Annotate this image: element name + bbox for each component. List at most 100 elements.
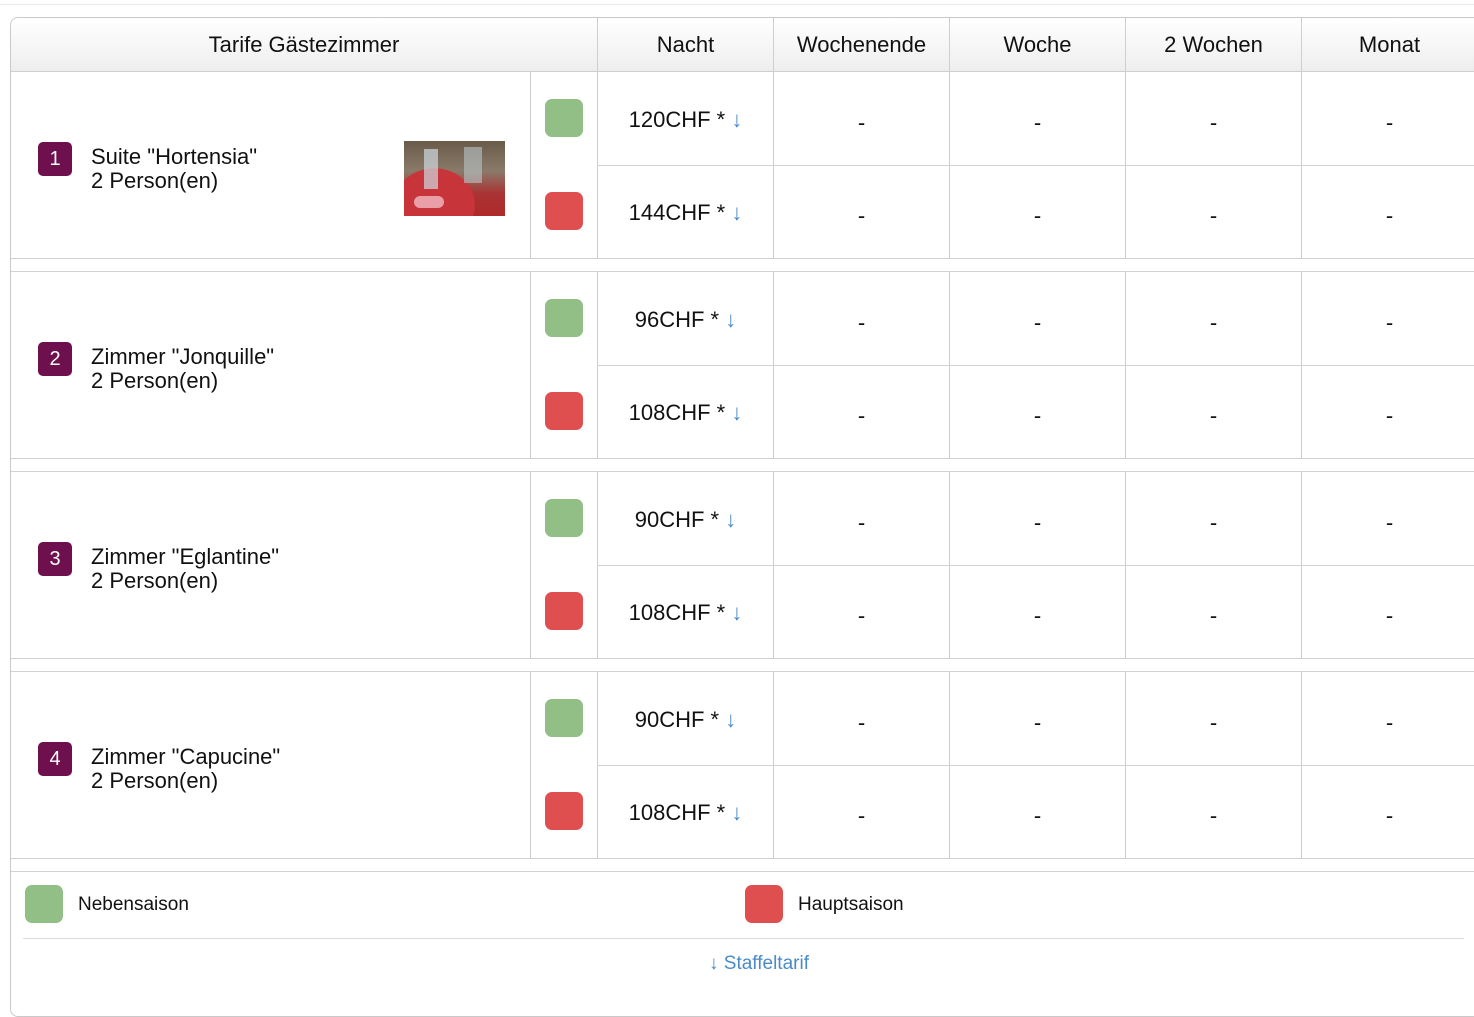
divider <box>11 258 1474 259</box>
room-photo[interactable] <box>404 141 505 216</box>
divider <box>530 672 531 858</box>
weekend-price: - <box>857 510 866 535</box>
month-price: - <box>1385 603 1394 628</box>
month-price: - <box>1385 110 1394 135</box>
tier-arrow-icon[interactable]: ↓ <box>731 107 742 132</box>
night-price[interactable]: 144CHF * ↓ <box>598 200 773 226</box>
room-name: Suite "Hortensia" 2 Person(en) <box>91 145 257 193</box>
divider <box>11 858 1474 859</box>
month-price: - <box>1385 310 1394 335</box>
legend-low-season-label: Nebensaison <box>78 894 189 915</box>
high-season-swatch <box>545 192 583 230</box>
night-price[interactable]: 108CHF * ↓ <box>598 600 773 626</box>
room-number-badge: 4 <box>38 742 72 776</box>
divider <box>11 871 1474 872</box>
room-number-badge: 3 <box>38 542 72 576</box>
rates-table: Tarife Gästezimmer Nacht Wochenende Woch… <box>10 17 1474 1017</box>
tier-arrow-icon[interactable]: ↓ <box>731 600 742 625</box>
room-title: Suite "Hortensia" <box>91 144 258 169</box>
divider <box>530 472 531 658</box>
header-col-night: Nacht <box>656 32 715 57</box>
low-season-swatch <box>545 499 583 537</box>
divider <box>11 458 1474 459</box>
month-price: - <box>1385 403 1394 428</box>
week-price: - <box>1033 603 1042 628</box>
divider <box>597 565 1474 566</box>
header-col-month: Monat <box>1358 32 1421 57</box>
low-season-swatch <box>545 99 583 137</box>
month-price: - <box>1385 203 1394 228</box>
divider <box>23 938 1464 939</box>
night-price[interactable]: 96CHF * ↓ <box>598 307 773 333</box>
high-season-swatch <box>545 792 583 830</box>
tier-arrow-icon[interactable]: ↓ <box>731 400 742 425</box>
header-col-weekend: Wochenende <box>796 32 927 57</box>
header-col-two-weeks: 2 Wochen <box>1164 32 1263 57</box>
room-title: Zimmer "Eglantine" <box>91 544 280 569</box>
weekend-price: - <box>857 603 866 628</box>
month-price: - <box>1385 510 1394 535</box>
tier-arrow-icon[interactable]: ↓ <box>725 507 736 532</box>
header-col-week: Woche <box>1003 32 1072 57</box>
weekend-price: - <box>857 403 866 428</box>
night-price[interactable]: 90CHF * ↓ <box>598 707 773 733</box>
room-number-badge: 1 <box>38 142 72 176</box>
night-price[interactable]: 108CHF * ↓ <box>598 800 773 826</box>
table-header: Tarife Gästezimmer Nacht Wochenende Woch… <box>11 18 1474 72</box>
low-season-swatch <box>545 699 583 737</box>
weekend-price: - <box>857 110 866 135</box>
night-price[interactable]: 108CHF * ↓ <box>598 400 773 426</box>
low-season-swatch <box>545 299 583 337</box>
legend-low-season-swatch <box>25 885 63 923</box>
week-price: - <box>1033 403 1042 428</box>
weekend-price: - <box>857 203 866 228</box>
high-season-swatch <box>545 392 583 430</box>
divider <box>11 658 1474 659</box>
legend-high-season-label: Hauptsaison <box>798 894 904 915</box>
room-name: Zimmer "Jonquille" 2 Person(en) <box>91 345 274 393</box>
room-name: Zimmer "Capucine" 2 Person(en) <box>91 745 280 793</box>
week-price: - <box>1033 110 1042 135</box>
weekend-price: - <box>857 710 866 735</box>
two-weeks-price: - <box>1209 603 1218 628</box>
header-title: Tarife Gästezimmer <box>208 32 400 57</box>
weekend-price: - <box>857 803 866 828</box>
two-weeks-price: - <box>1209 803 1218 828</box>
divider <box>530 72 531 259</box>
two-weeks-price: - <box>1209 203 1218 228</box>
week-price: - <box>1033 710 1042 735</box>
room-persons: 2 Person(en) <box>91 568 219 593</box>
tier-arrow-icon[interactable]: ↓ <box>731 200 742 225</box>
night-price[interactable]: 120CHF * ↓ <box>598 107 773 133</box>
divider <box>949 18 950 72</box>
two-weeks-price: - <box>1209 710 1218 735</box>
room-number-badge: 2 <box>38 342 72 376</box>
divider <box>597 18 598 72</box>
divider <box>530 272 531 458</box>
month-price: - <box>1385 710 1394 735</box>
room-row: 2 Zimmer "Jonquille" 2 Person(en) 96CHF … <box>11 272 1474 458</box>
week-price: - <box>1033 310 1042 335</box>
room-persons: 2 Person(en) <box>91 368 219 393</box>
divider <box>597 165 1474 166</box>
divider <box>1301 18 1302 72</box>
room-persons: 2 Person(en) <box>91 768 219 793</box>
room-title: Zimmer "Jonquille" <box>91 344 275 369</box>
two-weeks-price: - <box>1209 510 1218 535</box>
tier-arrow-icon[interactable]: ↓ <box>725 707 736 732</box>
divider <box>773 18 774 72</box>
tier-arrow-icon[interactable]: ↓ <box>731 800 742 825</box>
room-row: 4 Zimmer "Capucine" 2 Person(en) 90CHF *… <box>11 672 1474 858</box>
week-price: - <box>1033 203 1042 228</box>
night-price[interactable]: 90CHF * ↓ <box>598 507 773 533</box>
week-price: - <box>1033 510 1042 535</box>
weekend-price: - <box>857 310 866 335</box>
two-weeks-price: - <box>1209 310 1218 335</box>
legend-high-season-swatch <box>745 885 783 923</box>
room-row: 1 Suite "Hortensia" 2 Person(en) 120CHF … <box>11 72 1474 259</box>
room-title: Zimmer "Capucine" <box>91 744 281 769</box>
divider <box>597 765 1474 766</box>
room-persons: 2 Person(en) <box>91 168 219 193</box>
tier-arrow-icon[interactable]: ↓ <box>725 307 736 332</box>
divider <box>597 365 1474 366</box>
